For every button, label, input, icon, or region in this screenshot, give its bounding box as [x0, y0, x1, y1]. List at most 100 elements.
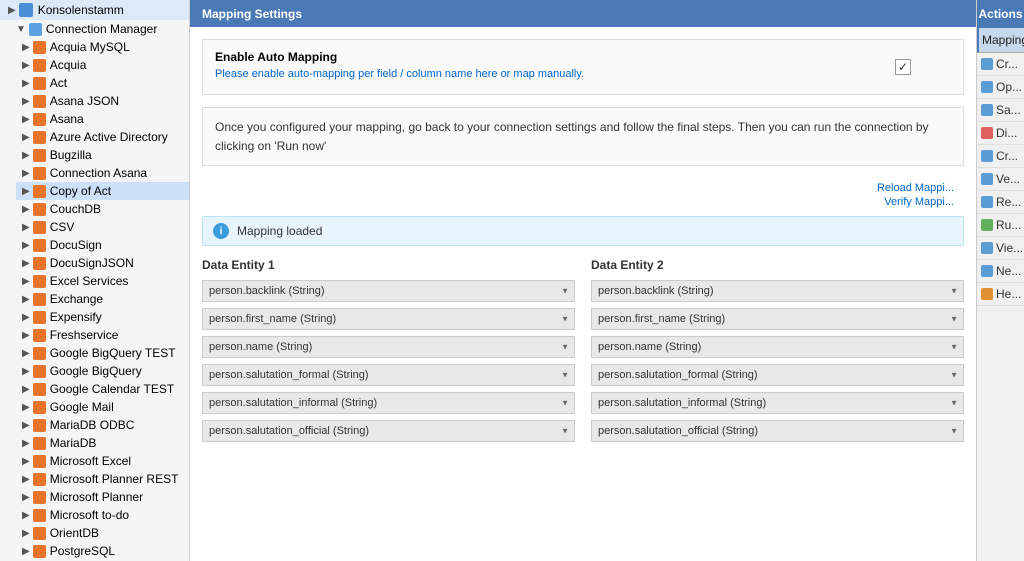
- main-content: Mapping Settings Enable Auto Mapping Ple…: [190, 0, 976, 561]
- action-item[interactable]: Ru...: [977, 214, 1024, 237]
- sidebar-item-label-cm: Connection Manager: [46, 22, 157, 36]
- sidebar-item[interactable]: ▶ Microsoft Excel: [16, 452, 189, 470]
- entity1-select-wrapper: person.name (String): [202, 336, 575, 358]
- entity1-select[interactable]: person.salutation_informal (String): [202, 392, 575, 414]
- actions-tab-mapping[interactable]: Mapping: [977, 28, 1024, 53]
- sidebar-item[interactable]: ▶ CouchDB: [16, 200, 189, 218]
- item-arrow: ▶: [22, 78, 30, 89]
- action-item[interactable]: Ve...: [977, 168, 1024, 191]
- item-icon: [33, 203, 46, 216]
- sidebar-item[interactable]: ▶ Google Mail: [16, 398, 189, 416]
- entity2-header: Data Entity 2: [591, 258, 964, 272]
- item-arrow: ▶: [22, 474, 30, 485]
- action-item[interactable]: He...: [977, 283, 1024, 306]
- entity2-select[interactable]: person.salutation_informal (String): [591, 392, 964, 414]
- entity2-select[interactable]: person.backlink (String): [591, 280, 964, 302]
- item-label: Act: [50, 76, 67, 90]
- action-item[interactable]: Re...: [977, 191, 1024, 214]
- sidebar-item[interactable]: ▶ CSV: [16, 218, 189, 236]
- sidebar-root[interactable]: ▶ Konsolenstamm: [0, 0, 189, 20]
- sidebar-item[interactable]: ▶ Microsoft Planner: [16, 488, 189, 506]
- action-item[interactable]: Ne...: [977, 260, 1024, 283]
- sidebar-children: ▶ Acquia MySQL ▶ Acquia ▶ Act ▶ Asana JS…: [0, 38, 189, 560]
- entity2-row: person.salutation_informal (String): [591, 392, 964, 414]
- sidebar-item[interactable]: ▶ PostgreSQL: [16, 542, 189, 560]
- action-icon: [981, 173, 993, 185]
- entity2-select[interactable]: person.salutation_official (String): [591, 420, 964, 442]
- sidebar-item[interactable]: ▶ DocuSign: [16, 236, 189, 254]
- sidebar-item[interactable]: ▶ Connection Asana: [16, 164, 189, 182]
- sidebar-item[interactable]: ▶ MariaDB ODBC: [16, 416, 189, 434]
- sidebar-item[interactable]: ▶ Bugzilla: [16, 146, 189, 164]
- item-label: Google Calendar TEST: [50, 382, 175, 396]
- action-label: Re...: [996, 195, 1021, 209]
- sidebar-item[interactable]: ▶ Azure Active Directory: [16, 128, 189, 146]
- item-icon: [33, 185, 46, 198]
- item-label: Google Mail: [50, 400, 114, 414]
- item-label: Connection Asana: [50, 166, 147, 180]
- item-label: Azure Active Directory: [50, 130, 168, 144]
- item-label: Microsoft Excel: [50, 454, 131, 468]
- entity1-row: person.salutation_formal (String): [202, 364, 575, 386]
- sidebar-item-connection-manager[interactable]: ▼ Connection Manager: [0, 20, 189, 38]
- entity2-row: person.name (String): [591, 336, 964, 358]
- item-icon: [33, 131, 46, 144]
- item-arrow: ▶: [22, 240, 30, 251]
- sidebar-item[interactable]: ▶ DocuSignJSON: [16, 254, 189, 272]
- entity1-select[interactable]: person.salutation_official (String): [202, 420, 575, 442]
- action-item[interactable]: Cr...: [977, 145, 1024, 168]
- item-arrow: ▶: [22, 510, 30, 521]
- sidebar-root-label: Konsolenstamm: [38, 3, 124, 17]
- item-label: Copy of Act: [50, 184, 111, 198]
- action-item[interactable]: Di...: [977, 122, 1024, 145]
- sidebar-item[interactable]: ▶ Google BigQuery TEST: [16, 344, 189, 362]
- entity1-select[interactable]: person.name (String): [202, 336, 575, 358]
- sidebar-item[interactable]: ▶ Asana JSON: [16, 92, 189, 110]
- item-arrow: ▶: [22, 204, 30, 215]
- entity2-row: person.first_name (String): [591, 308, 964, 330]
- sidebar-item[interactable]: ▶ Copy of Act: [16, 182, 189, 200]
- item-icon: [33, 419, 46, 432]
- sidebar-item[interactable]: ▶ Freshservice: [16, 326, 189, 344]
- sidebar-item[interactable]: ▶ MariaDB: [16, 434, 189, 452]
- verify-mapping-link[interactable]: Verify Mappi...: [202, 196, 954, 208]
- action-item[interactable]: Sa...: [977, 99, 1024, 122]
- entity1-select[interactable]: person.backlink (String): [202, 280, 575, 302]
- reload-links: Reload Mappi... Verify Mappi...: [202, 182, 964, 208]
- mapping-loaded-label: Mapping loaded: [237, 224, 322, 238]
- auto-mapping-checkbox[interactable]: [895, 59, 911, 75]
- sidebar-item[interactable]: ▶ Excel Services: [16, 272, 189, 290]
- entity1-select[interactable]: person.first_name (String): [202, 308, 575, 330]
- sidebar-item[interactable]: ▶ Microsoft Planner REST: [16, 470, 189, 488]
- item-icon: [33, 383, 46, 396]
- sidebar-item[interactable]: ▶ Exchange: [16, 290, 189, 308]
- reload-mapping-link[interactable]: Reload Mappi...: [202, 182, 954, 194]
- entity1-fields: person.backlink (String) person.first_na…: [202, 280, 575, 442]
- entity1-select-wrapper: person.backlink (String): [202, 280, 575, 302]
- action-item[interactable]: Vie...: [977, 237, 1024, 260]
- sidebar-item[interactable]: ▶ Acquia: [16, 56, 189, 74]
- entity1-row: person.salutation_informal (String): [202, 392, 575, 414]
- entity2-fields: person.backlink (String) person.first_na…: [591, 280, 964, 442]
- entity1-select-wrapper: person.salutation_official (String): [202, 420, 575, 442]
- entity2-select[interactable]: person.name (String): [591, 336, 964, 358]
- entity2-select[interactable]: person.salutation_formal (String): [591, 364, 964, 386]
- sidebar-item[interactable]: ▶ Act: [16, 74, 189, 92]
- action-icon: [981, 196, 993, 208]
- sidebar-item[interactable]: ▶ Google Calendar TEST: [16, 380, 189, 398]
- sidebar-item[interactable]: ▶ Acquia MySQL: [16, 38, 189, 56]
- action-label: Cr...: [996, 149, 1018, 163]
- sidebar-item[interactable]: ▶ Asana: [16, 110, 189, 128]
- item-arrow: ▶: [22, 546, 30, 557]
- action-item[interactable]: Cr...: [977, 53, 1024, 76]
- sidebar-item[interactable]: ▶ Google BigQuery: [16, 362, 189, 380]
- item-arrow: ▶: [22, 528, 30, 539]
- sidebar-item[interactable]: ▶ Microsoft to-do: [16, 506, 189, 524]
- sidebar-item[interactable]: ▶ Expensify: [16, 308, 189, 326]
- entity1-select[interactable]: person.salutation_formal (String): [202, 364, 575, 386]
- entity2-select[interactable]: person.first_name (String): [591, 308, 964, 330]
- sidebar: ▶ Konsolenstamm ▼ Connection Manager ▶ A…: [0, 0, 190, 561]
- sidebar-item[interactable]: ▶ OrientDB: [16, 524, 189, 542]
- action-item[interactable]: Op...: [977, 76, 1024, 99]
- item-icon: [33, 347, 46, 360]
